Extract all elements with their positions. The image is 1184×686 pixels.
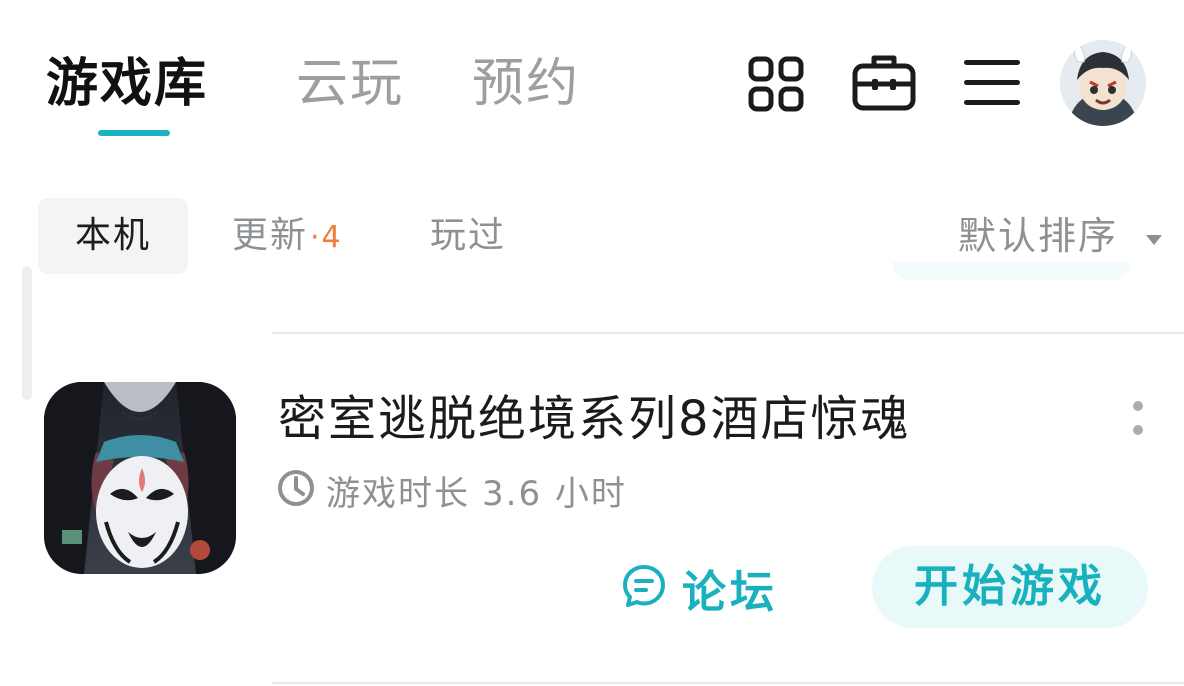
filter-updates-label: 更新 <box>232 215 309 256</box>
start-game-button[interactable]: 开始游戏 <box>872 546 1148 628</box>
game-title[interactable]: 密室逃脱绝境系列8酒店惊魂 <box>278 386 911 452</box>
scrollbar[interactable] <box>22 266 32 400</box>
filter-updates[interactable]: 更新·4 <box>232 198 343 274</box>
sort-dropdown[interactable]: 默认排序 <box>958 210 1118 262</box>
forum-button[interactable]: 论坛 <box>620 556 778 620</box>
filter-local[interactable]: 本机 <box>38 198 188 274</box>
updates-count-badge: ·4 <box>310 220 343 255</box>
list-divider-top <box>272 332 1184 334</box>
tab-game-library[interactable]: 游戏库 <box>46 52 208 116</box>
filter-played[interactable]: 玩过 <box>430 198 506 274</box>
clock-icon <box>276 468 316 512</box>
grid-icon[interactable] <box>748 56 804 116</box>
forum-label: 论坛 <box>682 567 778 618</box>
avatar[interactable] <box>1060 40 1146 126</box>
game-cover-image[interactable] <box>44 382 236 574</box>
caret-down-icon[interactable] <box>1146 232 1162 251</box>
game-library-screen: 游戏库 云玩 预约 本机 更新·4 玩过 默认排序 密室逃脱绝境系列8酒店惊魂 … <box>0 0 1184 686</box>
toolbox-icon[interactable] <box>852 52 916 116</box>
menu-icon[interactable] <box>964 58 1020 112</box>
list-divider-bottom <box>272 682 1184 684</box>
more-options-icon[interactable] <box>1124 400 1152 440</box>
chat-bubble-icon <box>620 562 668 614</box>
playtime-value: 3.6 小时 <box>482 473 627 514</box>
playtime-row: 游戏时长 3.6 小时 <box>276 466 627 514</box>
tab-cloud-play[interactable]: 云玩 <box>296 52 404 116</box>
pull-hint <box>892 262 1130 280</box>
tab-reservations[interactable]: 预约 <box>472 52 580 116</box>
playtime-label: 游戏时长 <box>326 473 470 514</box>
active-tab-indicator <box>98 130 170 136</box>
